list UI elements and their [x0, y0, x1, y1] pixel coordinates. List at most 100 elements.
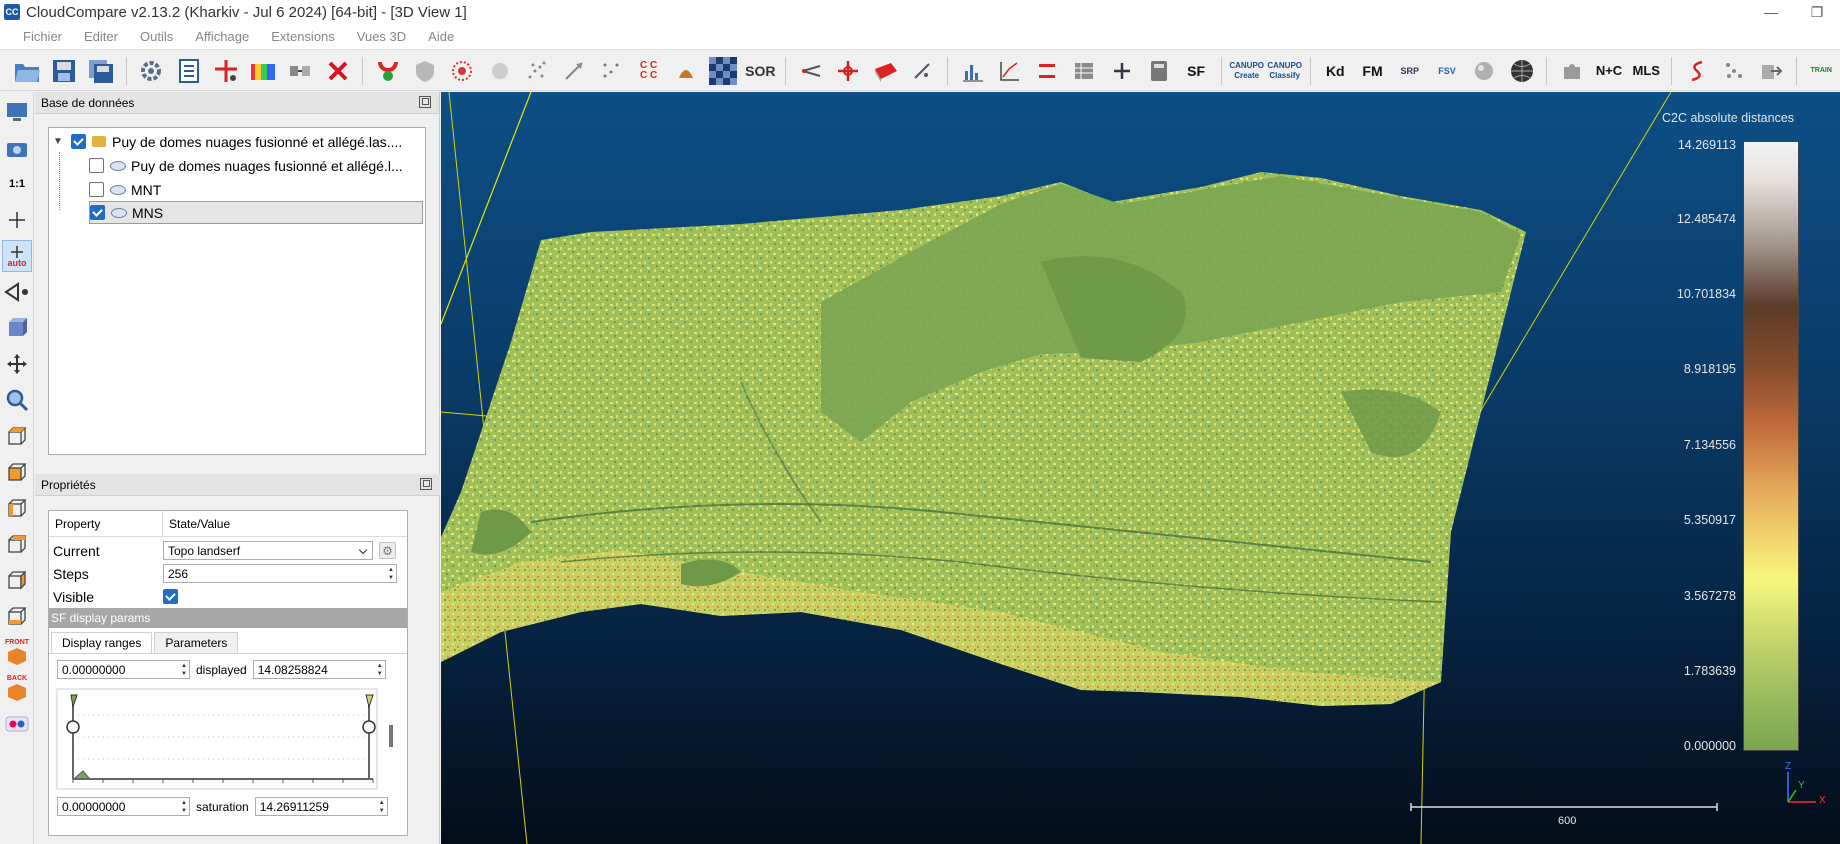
delete-button[interactable] [321, 54, 354, 88]
sf-histogram-widget[interactable] [49, 685, 401, 793]
tree-root-item[interactable]: ▼ Puy de domes nuages fusionné et allégé… [53, 130, 423, 153]
tree-item-cloud[interactable]: Puy de domes nuages fusionné et allégé.l… [89, 154, 423, 177]
bottom-view-button[interactable] [2, 600, 32, 632]
sor-filter-button[interactable]: SOR [744, 54, 777, 88]
iso-front-view-button[interactable]: FRONT [2, 636, 32, 668]
left-view-button[interactable] [2, 492, 32, 524]
mls-button[interactable]: MLS [1630, 54, 1663, 88]
fullscreen-view-button[interactable] [2, 96, 32, 128]
auto-pivot-button[interactable]: auto [2, 240, 32, 272]
point-cloud-render[interactable] [441, 92, 1840, 844]
pan-button[interactable] [2, 348, 32, 380]
db-tree[interactable]: ▼ Puy de domes nuages fusionné et allégé… [48, 127, 426, 455]
zoom-button[interactable] [2, 384, 32, 416]
histogram-button[interactable] [956, 54, 989, 88]
checkerboard-button[interactable] [706, 54, 739, 88]
tab-parameters[interactable]: Parameters [154, 632, 239, 653]
perspective-button[interactable] [2, 276, 32, 308]
save-all-button[interactable] [85, 54, 118, 88]
screenshot-button[interactable] [2, 132, 32, 164]
menu-extensions[interactable]: Extensions [260, 29, 346, 44]
mnt-visibility-checkbox[interactable] [89, 182, 104, 197]
shield-tool-button[interactable] [408, 54, 441, 88]
n-plus-c-button[interactable]: N+C [1592, 54, 1625, 88]
export-button[interactable] [1754, 54, 1787, 88]
sor-icon: SOR [745, 62, 776, 79]
compute-button[interactable] [669, 54, 702, 88]
fast-marching-button[interactable]: FM [1356, 54, 1389, 88]
settings-button[interactable] [135, 54, 168, 88]
iso-back-view-button[interactable]: BACK [2, 672, 32, 704]
tree-item-mnt[interactable]: MNT [89, 178, 423, 201]
zoom-one-to-one-button[interactable]: 1:1 [2, 168, 32, 200]
save-button[interactable] [47, 54, 80, 88]
add-point-button[interactable] [209, 54, 242, 88]
display-min-spinbox[interactable]: 0.00000000 [57, 660, 190, 679]
translate-rotate-button[interactable] [831, 54, 864, 88]
menu-fichier[interactable]: Fichier [12, 29, 73, 44]
color-scale-settings-button[interactable]: ⚙ [379, 542, 396, 559]
scatter-button[interactable] [1717, 54, 1750, 88]
segment-button[interactable] [868, 54, 901, 88]
cloud-visibility-checkbox[interactable] [89, 158, 104, 173]
open-file-button[interactable] [10, 54, 43, 88]
front-view-button[interactable] [2, 456, 32, 488]
profile-button[interactable] [1680, 54, 1713, 88]
histogram-area[interactable] [49, 685, 407, 793]
canupo-classify-button[interactable]: CANUPO Classify [1267, 54, 1302, 88]
display-max-spinbox[interactable]: 14.08258824 [252, 660, 386, 679]
menu-aide[interactable]: Aide [417, 29, 465, 44]
saturation-min-spinbox[interactable]: 0.00000000 [57, 797, 190, 816]
center-view-button[interactable] [2, 204, 32, 236]
kd-tree-button[interactable]: Kd [1319, 54, 1352, 88]
properties-list-button[interactable] [172, 54, 205, 88]
octree-button[interactable] [595, 54, 628, 88]
sphere-button[interactable] [1468, 54, 1501, 88]
float-panel-icon[interactable] [420, 478, 432, 490]
calculator-button[interactable] [1142, 54, 1175, 88]
menu-editer[interactable]: Editer [73, 29, 129, 44]
add-sf-button[interactable] [1105, 54, 1138, 88]
puzzle-button[interactable] [1555, 54, 1588, 88]
steps-spinbox[interactable]: 256 [163, 564, 397, 583]
canupo-create-button[interactable]: CANUPO Create [1229, 54, 1264, 88]
color-image-button[interactable] [246, 54, 279, 88]
registration-button[interactable] [371, 54, 404, 88]
collapse-arrow-icon[interactable]: ▼ [53, 136, 65, 148]
menu-outils[interactable]: Outils [129, 29, 184, 44]
pick-tool-button[interactable] [906, 54, 939, 88]
stereo-button[interactable] [2, 708, 32, 740]
scissors-button[interactable] [794, 54, 827, 88]
merge-button[interactable] [284, 54, 317, 88]
sf-visible-checkbox[interactable] [163, 589, 178, 604]
srp-button[interactable]: SRP [1393, 54, 1426, 88]
sf-gradient-button[interactable] [993, 54, 1026, 88]
fsv-button[interactable]: FSV [1430, 54, 1463, 88]
float-panel-icon[interactable] [419, 96, 431, 108]
tab-display-ranges[interactable]: Display ranges [51, 632, 153, 653]
subsample-button[interactable] [483, 54, 516, 88]
tree-item-mns[interactable]: MNS [89, 201, 423, 224]
minimize-button[interactable]: — [1748, 0, 1794, 24]
normal-button[interactable] [557, 54, 590, 88]
sf-arithmetic-button[interactable] [1068, 54, 1101, 88]
top-view-button[interactable] [2, 420, 32, 452]
noise-filter-button[interactable] [520, 54, 553, 88]
train-button[interactable]: TRAIN [1805, 54, 1838, 88]
right-view-button[interactable] [2, 564, 32, 596]
root-visibility-checkbox[interactable] [71, 134, 86, 149]
3d-view[interactable]: C2C absolute distances 14.269113 12.4854… [441, 92, 1840, 844]
color-scale-dropdown[interactable]: Topo landserf [163, 541, 373, 560]
maximize-button[interactable]: ❐ [1794, 0, 1840, 24]
lighting-button[interactable] [2, 312, 32, 344]
saturation-max-spinbox[interactable]: 14.26911259 [254, 797, 388, 816]
sample-points-button[interactable] [446, 54, 479, 88]
mns-visibility-checkbox[interactable] [90, 205, 105, 220]
ccc-button[interactable]: C C C C [632, 54, 665, 88]
sf-button[interactable]: SF [1179, 54, 1212, 88]
back-view-button[interactable] [2, 528, 32, 560]
menu-affichage[interactable]: Affichage [184, 29, 260, 44]
globe-button[interactable] [1505, 54, 1538, 88]
menu-vues-3d[interactable]: Vues 3D [346, 29, 417, 44]
min-max-button[interactable] [1030, 54, 1063, 88]
